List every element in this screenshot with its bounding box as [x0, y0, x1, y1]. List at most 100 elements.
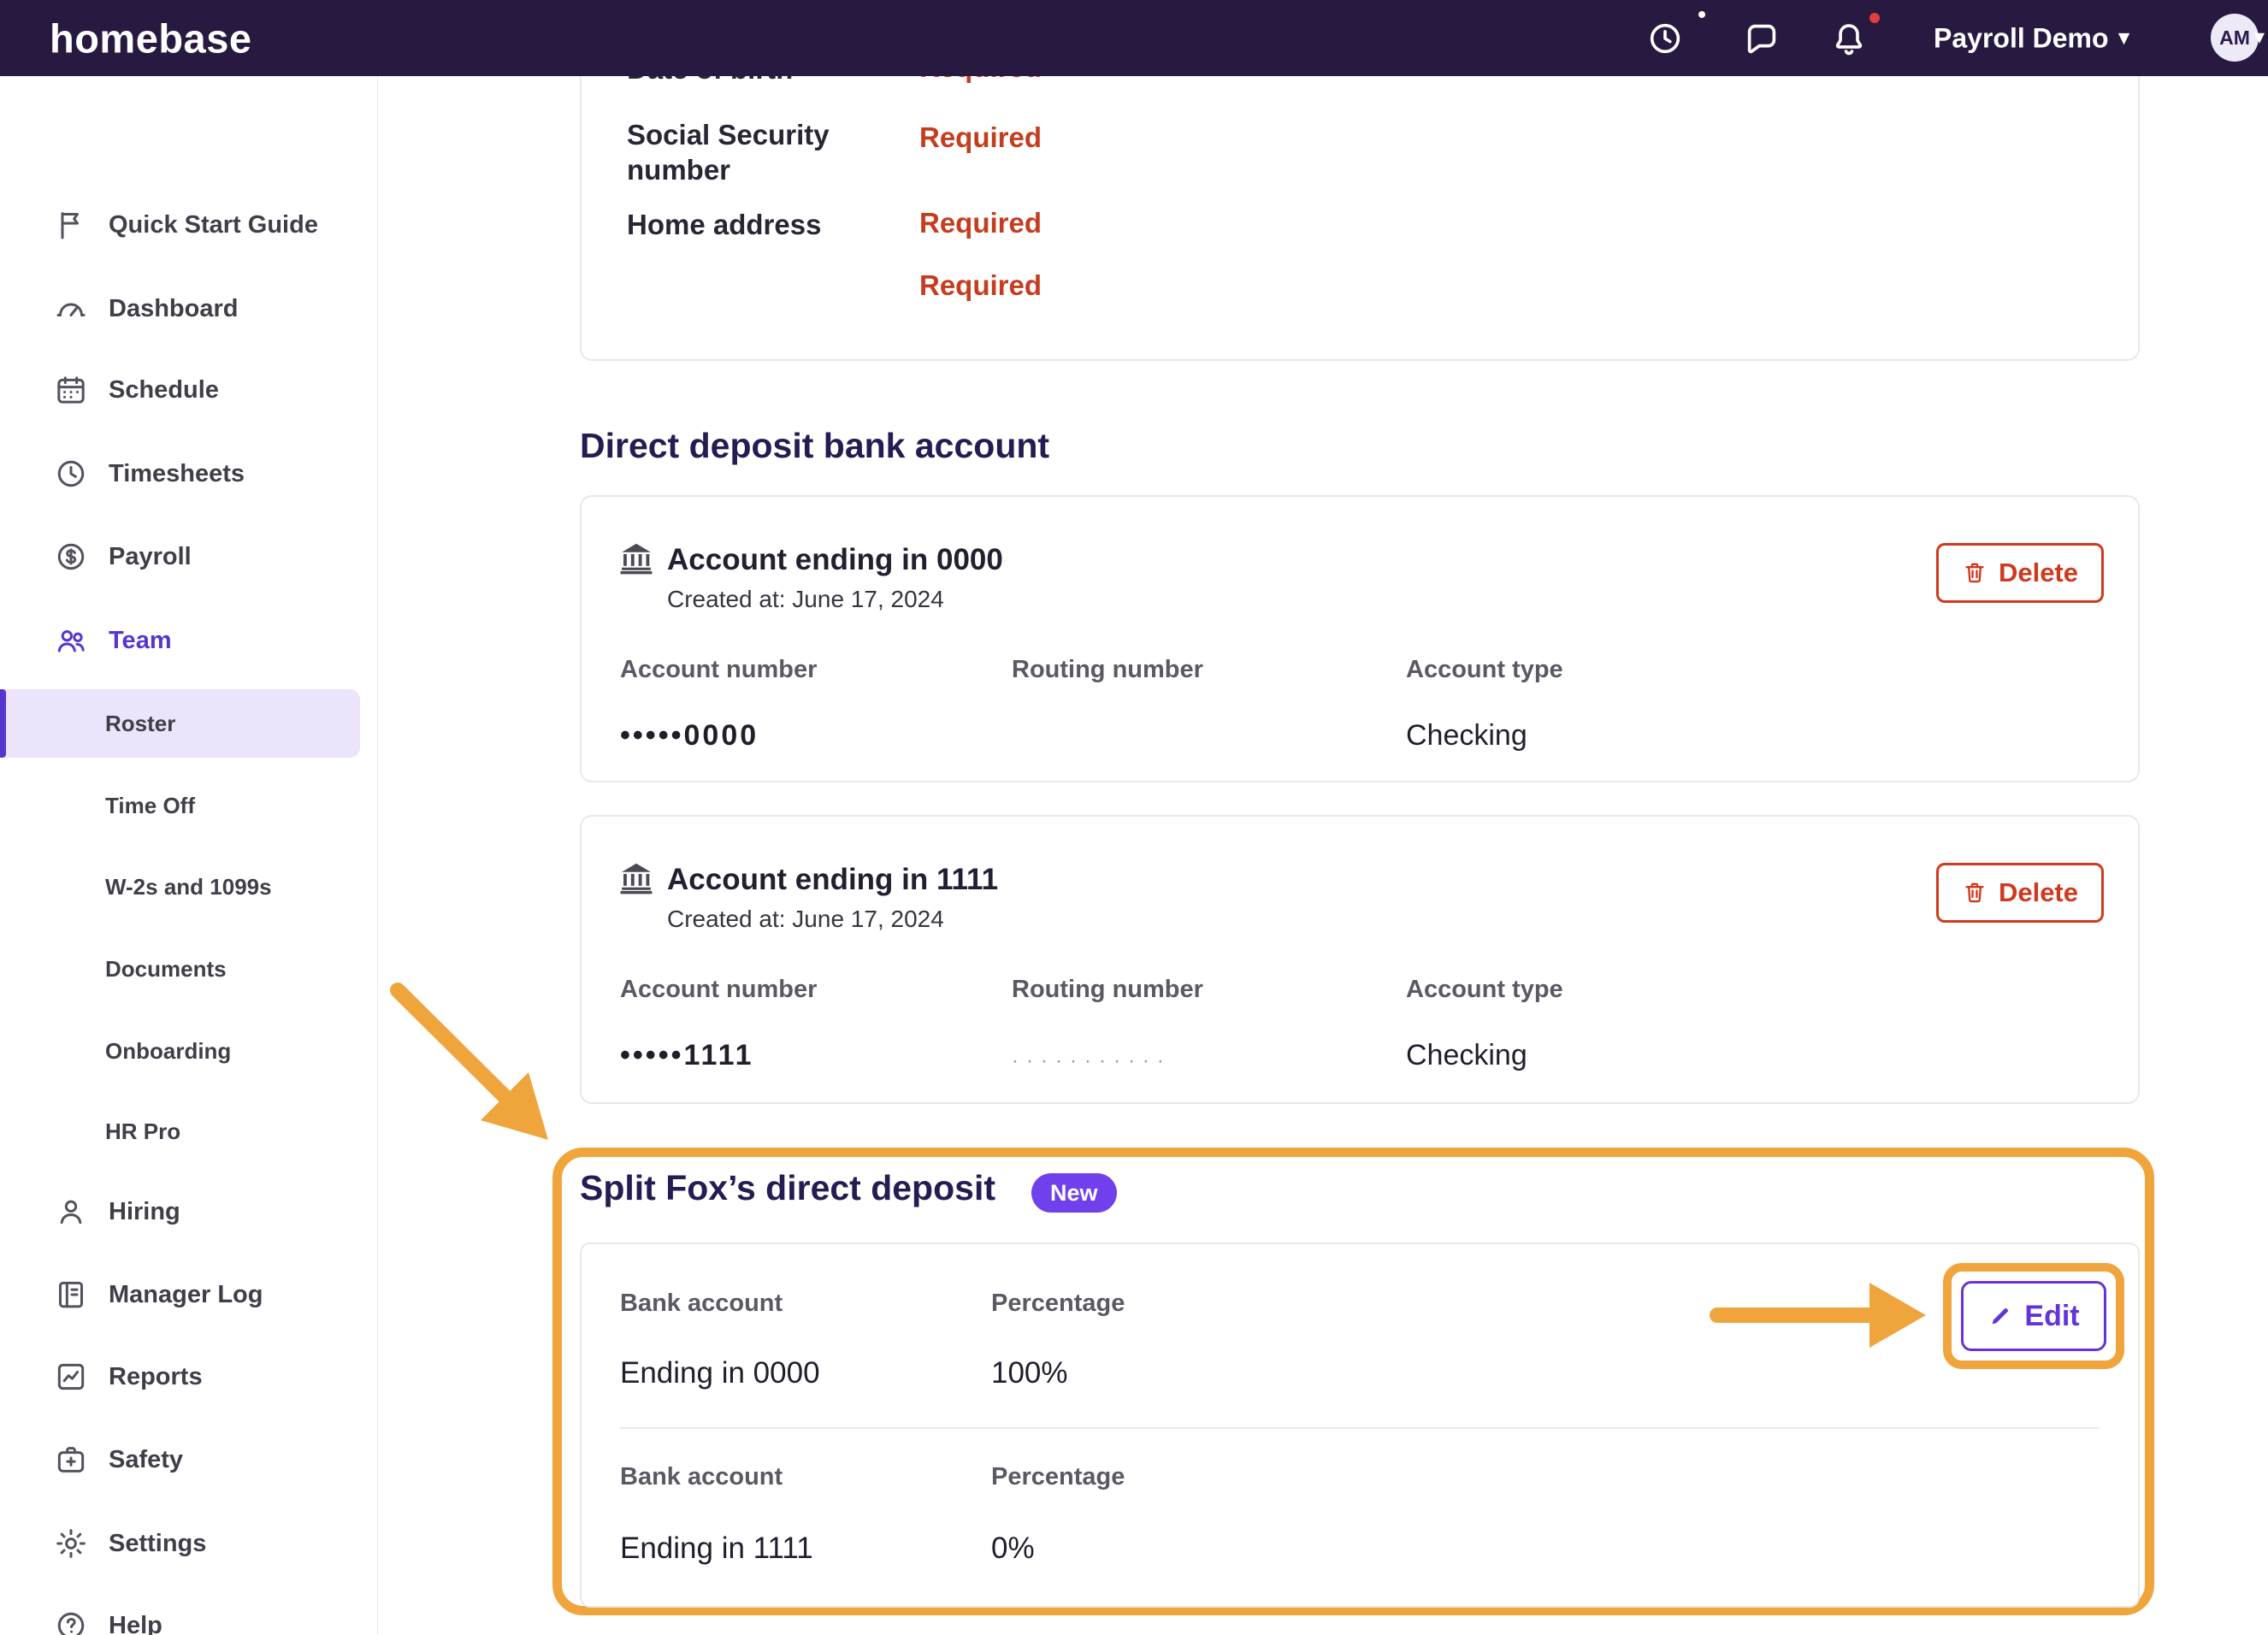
requirement-label: Home address [627, 207, 858, 242]
percentage-value: 100% [991, 1356, 1068, 1390]
sidebar: Quick Start Guide Dashboard Schedule Tim… [0, 76, 378, 1635]
first-aid-icon [54, 1443, 88, 1477]
account-number-label: Account number [620, 656, 817, 684]
sidebar-subitem-label: W-2s and 1099s [105, 874, 272, 900]
annotation-highlight-box: Edit [1943, 1263, 2124, 1369]
sidebar-item-label: Payroll [109, 543, 192, 571]
new-badge: New [1031, 1173, 1117, 1213]
team-icon [54, 623, 88, 658]
clock-icon [54, 457, 88, 491]
homebase-logo[interactable]: homebase [50, 15, 251, 62]
account-number-value: •••••1111 [620, 1039, 754, 1072]
sidebar-subitem-w2s-1099s[interactable]: W-2s and 1099s [0, 853, 377, 921]
split-deposit-card: Bank account Percentage Ending in 0000 1… [580, 1242, 2140, 1608]
sidebar-subitem-label: HR Pro [105, 1119, 180, 1145]
account-type-label: Account type [1406, 656, 1563, 684]
routing-number-label: Routing number [1012, 656, 1203, 684]
time-clock-icon[interactable] [1645, 19, 1685, 58]
delete-account-button[interactable]: Delete [1936, 863, 2104, 923]
sidebar-item-hiring[interactable]: Hiring [0, 1173, 377, 1250]
sidebar-item-quick-start-guide[interactable]: Quick Start Guide [0, 186, 377, 263]
notification-dot [1868, 11, 1881, 25]
sidebar-item-settings[interactable]: Settings [0, 1505, 377, 1582]
sidebar-item-help[interactable]: Help [0, 1587, 377, 1635]
account-created-date: Created at: June 17, 2024 [667, 906, 944, 933]
sidebar-item-reports[interactable]: Reports [0, 1338, 377, 1415]
bank-account-value: Ending in 1111 [620, 1532, 813, 1566]
main-content: Date of birth Required Social Security n… [377, 0, 2268, 1635]
question-circle-icon [54, 1608, 88, 1635]
edit-split-button[interactable]: Edit [1961, 1281, 2106, 1351]
sidebar-item-label: Quick Start Guide [109, 211, 318, 239]
calendar-icon [54, 373, 88, 407]
sidebar-item-label: Reports [109, 1363, 203, 1391]
sidebar-item-label: Schedule [109, 376, 219, 404]
sidebar-subitem-label: Roster [105, 711, 175, 737]
edit-button-label: Edit [2024, 1300, 2079, 1333]
sidebar-subitem-time-off[interactable]: Time Off [0, 771, 377, 840]
sidebar-item-safety[interactable]: Safety [0, 1421, 377, 1498]
sidebar-item-label: Settings [109, 1530, 206, 1558]
account-number-value: •••••0000 [620, 719, 759, 753]
bank-icon [617, 539, 656, 578]
chart-icon [54, 1360, 88, 1394]
app-window: homebase Payroll Demo ▾ AM ▾ Quick Start… [0, 0, 2268, 1635]
book-icon [54, 1278, 88, 1312]
section-title-split-deposit: Split Fox’s direct deposit [580, 1168, 995, 1208]
account-title: Account ending in 0000 [667, 543, 1003, 577]
sidebar-subitem-label: Time Off [105, 793, 195, 819]
flag-icon [54, 208, 88, 242]
top-bar: homebase Payroll Demo ▾ AM ▾ [0, 0, 2268, 76]
chevron-down-icon: ▾ [2254, 27, 2265, 48]
account-type-value: Checking [1406, 719, 1527, 753]
percentage-value: 0% [991, 1532, 1035, 1566]
requirement-label: Social Security number [627, 117, 858, 187]
company-menu[interactable]: Payroll Demo ▾ [1934, 22, 2129, 54]
row-divider [620, 1427, 2100, 1429]
delete-button-label: Delete [1999, 558, 2078, 588]
routing-number-label: Routing number [1012, 976, 1203, 1004]
sidebar-subitem-documents[interactable]: Documents [0, 935, 377, 1003]
avatar[interactable]: AM [2211, 14, 2259, 62]
sidebar-item-schedule[interactable]: Schedule [0, 351, 377, 428]
requirement-status: Required [919, 121, 1042, 154]
gear-icon [54, 1526, 88, 1561]
trash-icon [1962, 880, 1987, 906]
dashboard-icon [54, 292, 88, 326]
sidebar-item-manager-log[interactable]: Manager Log [0, 1256, 377, 1333]
sidebar-subitem-onboarding[interactable]: Onboarding [0, 1017, 377, 1085]
sidebar-subitem-roster[interactable]: Roster [0, 689, 360, 758]
sidebar-item-payroll[interactable]: Payroll [0, 518, 377, 595]
bank-icon [617, 859, 656, 898]
sidebar-item-label: Timesheets [109, 460, 245, 488]
sidebar-subitem-hr-pro[interactable]: HR Pro [0, 1097, 377, 1166]
dollar-circle-icon [54, 540, 88, 574]
section-title-direct-deposit: Direct deposit bank account [580, 426, 1049, 466]
sidebar-item-dashboard[interactable]: Dashboard [0, 270, 377, 347]
sidebar-item-label: Team [109, 627, 172, 655]
delete-button-label: Delete [1999, 877, 2078, 908]
notification-dot [1698, 11, 1705, 18]
bank-account-label: Bank account [620, 1290, 783, 1318]
sidebar-item-label: Dashboard [109, 295, 238, 323]
requirement-status: Required [919, 207, 1042, 239]
account-type-value: Checking [1406, 1039, 1527, 1072]
sidebar-item-label: Manager Log [109, 1281, 263, 1309]
sidebar-item-team[interactable]: Team [0, 602, 377, 679]
pencil-icon [1987, 1303, 2013, 1329]
routing-number-value: ··········· [1012, 1049, 1172, 1073]
account-created-date: Created at: June 17, 2024 [667, 586, 944, 613]
chevron-down-icon: ▾ [2119, 28, 2129, 49]
trash-icon [1962, 560, 1987, 586]
bank-account-card: Account ending in 0000 Created at: June … [580, 495, 2140, 782]
messages-icon[interactable] [1742, 19, 1781, 58]
account-type-label: Account type [1406, 976, 1563, 1004]
sidebar-subitem-label: Onboarding [105, 1038, 231, 1065]
delete-account-button[interactable]: Delete [1936, 543, 2104, 603]
person-icon [54, 1195, 88, 1229]
account-title: Account ending in 1111 [667, 863, 998, 897]
notifications-bell-icon[interactable] [1829, 19, 1869, 58]
sidebar-subitem-label: Documents [105, 956, 227, 983]
bank-account-label: Bank account [620, 1463, 783, 1491]
sidebar-item-timesheets[interactable]: Timesheets [0, 435, 377, 512]
